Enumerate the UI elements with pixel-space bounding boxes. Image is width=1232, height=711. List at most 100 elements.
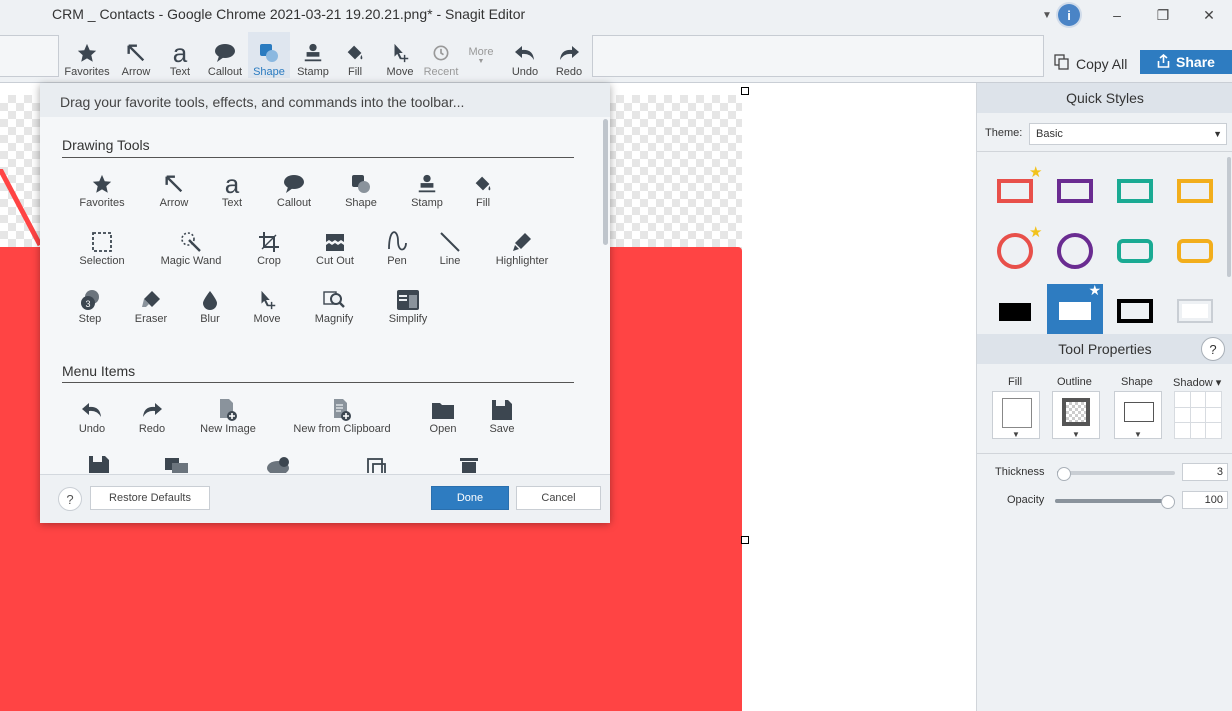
toolbar-callout[interactable]: Callout [202,32,248,78]
toolbar-redo[interactable]: Redo [548,32,590,78]
simplify-icon [396,287,420,313]
right-panel: Quick Styles Theme: Basic ▼ ★ ★ ★ Tool P… [976,83,1232,711]
chevron-down-icon[interactable]: ▼ [1036,0,1058,30]
crop-icon [258,229,280,255]
folder-icon [431,397,455,423]
callout-icon [282,171,306,197]
minimize-button[interactable]: – [1094,0,1140,30]
save-icon [491,397,513,423]
tool-line[interactable]: Line [410,229,490,267]
eraser-icon [140,287,162,313]
copy-all-button[interactable]: Copy All [1054,54,1127,73]
callout-icon [213,40,237,66]
cloud-delete-icon[interactable] [266,456,292,473]
quick-style-teal-rounded[interactable] [1117,239,1153,263]
window-controls: ▼ i – ❐ ✕ [1036,0,1232,30]
toolbar-shape[interactable]: Shape [248,32,290,78]
quick-styles-header: Quick Styles [977,83,1232,113]
dialog-scrollbar[interactable] [603,119,608,245]
quick-style-white-shadow[interactable] [1177,299,1213,323]
clipboard-copy-icon[interactable] [366,457,390,473]
opacity-value[interactable]: 100 [1182,491,1228,509]
divider [977,453,1232,454]
trash-icon[interactable] [458,455,480,473]
star-icon [76,40,98,66]
shadow-dropdown[interactable]: Shadow ▾ [1173,376,1221,389]
save-as-icon[interactable] [88,455,112,473]
window-title: CRM _ Contacts - Google Chrome 2021-03-2… [52,6,526,22]
thickness-slider[interactable] [1057,467,1175,481]
fill-bucket-icon [344,40,366,66]
quick-style-yellow-rect[interactable] [1177,179,1213,203]
slider-thumb[interactable] [1057,467,1071,481]
chevron-down-icon: ▼ [1134,430,1142,439]
history-icon [431,40,451,66]
quick-styles-scrollbar[interactable] [1227,157,1231,277]
help-button[interactable]: ? [1201,337,1225,361]
menu-items-overflow-row [40,453,600,473]
redo-icon [557,40,581,66]
tool-favorites[interactable]: Favorites [62,171,142,209]
opacity-slider[interactable] [1055,495,1175,509]
quick-style-red-rect[interactable] [997,179,1033,203]
shape-picker[interactable]: ▼ [1114,391,1162,439]
outline-picker[interactable]: ▼ [1052,391,1100,439]
quick-style-teal-rect[interactable] [1117,179,1153,203]
selection-icon [91,229,113,255]
tool-magnify[interactable]: Magnify [294,287,374,325]
tool-fill[interactable]: Fill [443,171,523,209]
fill-picker[interactable]: ▼ [992,391,1040,439]
share-button[interactable]: Share [1140,50,1232,74]
copy-icon [1054,54,1070,73]
outline-label: Outline [1057,376,1092,388]
menu-new-image[interactable]: New Image [188,397,268,435]
help-button[interactable]: ? [58,487,82,511]
tool-selection[interactable]: Selection [62,229,142,267]
tool-simplify[interactable]: Simplify [368,287,448,325]
toolbar-fill[interactable]: Fill [336,32,374,78]
menu-new-from-clipboard[interactable]: New from Clipboard [282,397,402,435]
quick-style-black-outline[interactable] [1117,299,1153,323]
maximize-button[interactable]: ❐ [1140,0,1186,30]
resize-handle[interactable] [741,536,749,544]
chevron-down-icon: ▼ [1072,430,1080,439]
restore-defaults-button[interactable]: Restore Defaults [90,486,210,510]
thickness-label: Thickness [995,466,1045,478]
toolbar-recent[interactable]: Recent [420,32,462,78]
toolbar-undo[interactable]: Undo [504,32,546,78]
drop-icon [199,287,221,313]
theme-select[interactable]: Basic ▼ [1029,123,1227,145]
close-button[interactable]: ✕ [1186,0,1232,30]
toolbar-stamp[interactable]: Stamp [292,32,334,78]
info-icon[interactable]: i [1058,4,1080,26]
quick-style-purple-circle[interactable] [1057,233,1093,269]
quick-style-selected-white[interactable]: ★ [1047,282,1103,334]
new-image-icon [217,397,239,423]
new-from-clipboard-icon [331,397,353,423]
pen-icon [386,229,408,255]
quick-style-yellow-rounded[interactable] [1177,239,1213,263]
resize-handle[interactable] [741,87,749,95]
redo-icon [140,397,164,423]
menu-save[interactable]: Save [462,397,542,435]
share-icon [1157,53,1170,71]
quick-style-red-circle[interactable] [997,233,1033,269]
quick-style-black-fill[interactable] [999,303,1031,321]
toolbar-move[interactable]: Move [380,32,420,78]
slider-thumb[interactable] [1161,495,1175,509]
menu-redo[interactable]: Redo [112,397,192,435]
toolbar-arrow[interactable]: Arrow [114,32,158,78]
toolbar-text[interactable]: a Text [160,32,200,78]
shape-icon [349,171,373,197]
shape-label: Shape [1121,376,1153,388]
cancel-button[interactable]: Cancel [516,486,601,510]
quick-style-purple-rect[interactable] [1057,179,1093,203]
copy-to-library-icon[interactable] [164,457,190,473]
toolbar-favorites[interactable]: Favorites [62,32,112,78]
done-button[interactable]: Done [431,486,509,510]
tool-magic-wand[interactable]: Magic Wand [151,229,231,267]
shadow-picker[interactable] [1174,391,1222,439]
thickness-value[interactable]: 3 [1182,463,1228,481]
toolbar-more[interactable]: More ▼ [462,32,500,78]
tool-highlighter[interactable]: Highlighter [482,229,562,267]
